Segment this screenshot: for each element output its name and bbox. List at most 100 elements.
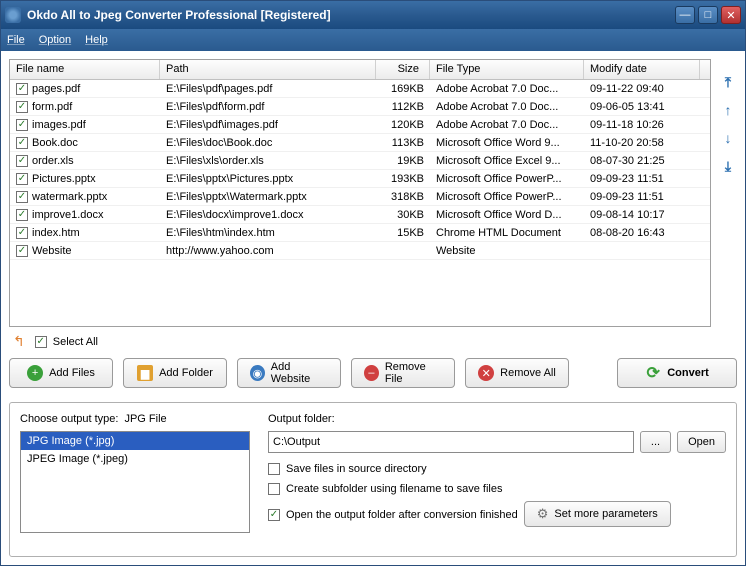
minus-icon: –: [364, 365, 379, 381]
table-row[interactable]: pages.pdfE:\Files\pdf\pages.pdf169KBAdob…: [10, 80, 710, 98]
output-type-label: Choose output type:: [20, 413, 118, 425]
add-files-button[interactable]: + Add Files: [9, 358, 113, 388]
close-button[interactable]: ✕: [721, 6, 741, 24]
cell-size: 113KB: [376, 135, 430, 151]
cell-type: Adobe Acrobat 7.0 Doc...: [430, 81, 584, 97]
cell-type: Adobe Acrobat 7.0 Doc...: [430, 117, 584, 133]
move-top-icon[interactable]: ⤒: [719, 73, 737, 91]
app-window: Okdo All to Jpeg Converter Professional …: [0, 0, 746, 566]
gear-icon: ⚙: [537, 506, 549, 522]
add-website-button[interactable]: ◉ Add Website: [237, 358, 341, 388]
cell-path: http://www.yahoo.com: [160, 243, 376, 259]
open-button[interactable]: Open: [677, 431, 726, 453]
row-checkbox[interactable]: [16, 119, 28, 131]
output-folder-input[interactable]: [268, 431, 634, 453]
open-after-label: Open the output folder after conversion …: [286, 509, 518, 521]
output-folder-panel: Output folder: ... Open Save files in so…: [268, 413, 726, 546]
cell-filename: improve1.docx: [32, 209, 104, 221]
cell-path: E:\Files\pdf\pages.pdf: [160, 81, 376, 97]
cell-size: 15KB: [376, 225, 430, 241]
subfolder-label: Create subfolder using filename to save …: [286, 483, 502, 495]
row-checkbox[interactable]: [16, 209, 28, 221]
file-table: File name Path Size File Type Modify dat…: [9, 59, 711, 327]
cell-date: 09-09-23 11:51: [584, 171, 700, 187]
row-checkbox[interactable]: [16, 245, 28, 257]
cell-filename: watermark.pptx: [32, 191, 107, 203]
cell-date: 09-11-22 09:40: [584, 81, 700, 97]
remove-file-button[interactable]: – Remove File: [351, 358, 455, 388]
cell-path: E:\Files\pptx\Pictures.pptx: [160, 171, 376, 187]
menubar: File Option Help: [1, 29, 745, 51]
row-checkbox[interactable]: [16, 227, 28, 239]
maximize-button[interactable]: □: [698, 6, 718, 24]
cell-path: E:\Files\pdf\images.pdf: [160, 117, 376, 133]
menu-help[interactable]: Help: [85, 34, 108, 46]
cell-type: Microsoft Office Word 9...: [430, 135, 584, 151]
toolbar: + Add Files ▆ Add Folder ◉ Add Website –…: [9, 358, 737, 388]
open-after-checkbox[interactable]: [268, 509, 280, 521]
content-area: File name Path Size File Type Modify dat…: [1, 51, 745, 565]
row-checkbox[interactable]: [16, 83, 28, 95]
cell-size: 120KB: [376, 117, 430, 133]
remove-all-button[interactable]: ✕ Remove All: [465, 358, 569, 388]
select-all-checkbox[interactable]: [35, 336, 47, 348]
convert-icon: ⟳: [645, 365, 661, 381]
menu-option[interactable]: Option: [39, 34, 71, 46]
folder-icon: ▆: [137, 365, 153, 381]
col-modifydate[interactable]: Modify date: [584, 60, 700, 79]
cell-size: 112KB: [376, 99, 430, 115]
table-row[interactable]: Pictures.pptx E:\Files\pptx\Pictures.pptx…: [10, 170, 710, 188]
cell-filename: index.htm: [32, 227, 80, 239]
move-bottom-icon[interactable]: ⤓: [719, 157, 737, 175]
table-row[interactable]: images.pdfE:\Files\pdf\images.pdf120KBAd…: [10, 116, 710, 134]
clear-icon: ✕: [478, 365, 494, 381]
col-filetype[interactable]: File Type: [430, 60, 584, 79]
cell-path: E:\Files\doc\Book.doc: [160, 135, 376, 151]
cell-date: 09-09-23 11:51: [584, 189, 700, 205]
window-title: Okdo All to Jpeg Converter Professional …: [27, 8, 675, 22]
cell-type: Microsoft Office PowerP...: [430, 189, 584, 205]
table-row[interactable]: watermark.pptx E:\Files\pptx\Watermark.pp…: [10, 188, 710, 206]
row-checkbox[interactable]: [16, 173, 28, 185]
cell-type: Microsoft Office Word D...: [430, 207, 584, 223]
table-row[interactable]: improve1.docxE:\Files\docx\improve1.docx…: [10, 206, 710, 224]
col-size[interactable]: Size: [376, 60, 430, 79]
output-type-current: JPG File: [124, 413, 166, 425]
table-row[interactable]: index.htmE:\Files\htm\index.htm15KBChrom…: [10, 224, 710, 242]
output-type-list[interactable]: JPG Image (*.jpg) JPEG Image (*.jpeg): [20, 431, 250, 533]
reorder-buttons: ⤒ ↑ ↓ ⤓: [719, 73, 737, 175]
cell-filename: pages.pdf: [32, 83, 80, 95]
cell-path: E:\Files\pptx\Watermark.pptx: [160, 189, 376, 205]
cell-size: 30KB: [376, 207, 430, 223]
cell-filename: Website: [32, 245, 72, 257]
table-row[interactable]: order.xlsE:\Files\xls\order.xls19KBMicro…: [10, 152, 710, 170]
type-option-jpg[interactable]: JPG Image (*.jpg): [21, 432, 249, 450]
row-checkbox[interactable]: [16, 155, 28, 167]
col-filename[interactable]: File name: [10, 60, 160, 79]
cell-type: Website: [430, 243, 584, 259]
save-source-checkbox[interactable]: [268, 463, 280, 475]
cell-size: 318KB: [376, 189, 430, 205]
row-checkbox[interactable]: [16, 137, 28, 149]
row-checkbox[interactable]: [16, 101, 28, 113]
convert-button[interactable]: ⟳ Convert: [617, 358, 737, 388]
cell-date: 08-08-20 16:43: [584, 225, 700, 241]
col-path[interactable]: Path: [160, 60, 376, 79]
move-up-icon[interactable]: ↑: [719, 101, 737, 119]
table-row[interactable]: form.pdfE:\Files\pdf\form.pdf112KBAdobe …: [10, 98, 710, 116]
cell-type: Chrome HTML Document: [430, 225, 584, 241]
move-down-icon[interactable]: ↓: [719, 129, 737, 147]
table-row[interactable]: Website http://www.yahoo.com Website: [10, 242, 710, 260]
cell-filename: Pictures.pptx: [32, 173, 96, 185]
set-parameters-button[interactable]: ⚙ Set more parameters: [524, 501, 671, 527]
subfolder-checkbox[interactable]: [268, 483, 280, 495]
type-option-jpeg[interactable]: JPEG Image (*.jpeg): [21, 450, 249, 468]
menu-file[interactable]: File: [7, 34, 25, 46]
row-checkbox[interactable]: [16, 191, 28, 203]
select-all-row: ↰ Select All: [9, 333, 737, 350]
add-folder-button[interactable]: ▆ Add Folder: [123, 358, 227, 388]
minimize-button[interactable]: —: [675, 6, 695, 24]
browse-button[interactable]: ...: [640, 431, 671, 453]
cell-date: 11-10-20 20:58: [584, 135, 700, 151]
table-row[interactable]: Book.docE:\Files\doc\Book.doc113KBMicros…: [10, 134, 710, 152]
